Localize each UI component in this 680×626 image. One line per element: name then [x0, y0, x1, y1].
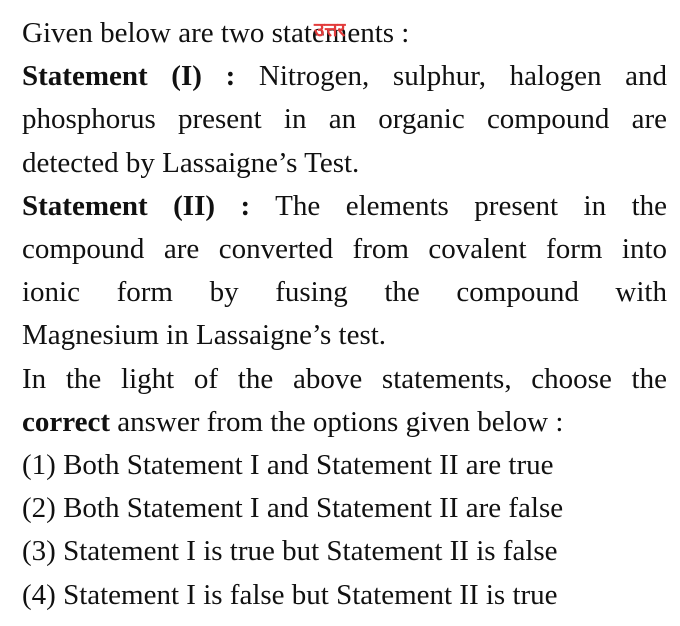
- statement-1-separator: :: [225, 60, 236, 93]
- statement-2-separator: :: [240, 189, 251, 222]
- option-4[interactable]: (4) Statement I is false but Statement I…: [22, 574, 667, 617]
- option-2-text: (2) Both Statement I and Statement II ar…: [22, 492, 564, 525]
- statement-1-text-1: Nitrogen, sulphur, halogen and: [258, 60, 668, 93]
- option-3[interactable]: (3) Statement I is true but Statement II…: [22, 530, 667, 573]
- intro-text: Given below are two statements :: [22, 17, 410, 49]
- statement-2-line-4: Magnesium in Lassaigne’s test.: [22, 314, 667, 357]
- statement-2-line-3: ionic form by fusing the compound with: [22, 271, 667, 314]
- statement-1-line-3: detected by Lassaigne’s Test.: [22, 142, 667, 185]
- statement-2-text-4: Magnesium in Lassaigne’s test.: [22, 319, 387, 352]
- question-document: Given below are two statements : उत्तर S…: [22, 12, 667, 617]
- statement-1-text-2: phosphorus present in an organic compoun…: [22, 103, 667, 136]
- statement-1-line-1: Statement (I) : Nitrogen, sulphur, halog…: [22, 55, 667, 98]
- statement-2-label: Statement (II): [22, 189, 216, 222]
- statement-1-label: Statement (I): [22, 60, 202, 93]
- question-text-2: answer from the options given below :: [110, 405, 564, 438]
- option-2[interactable]: (2) Both Statement I and Statement II ar…: [22, 487, 667, 530]
- statement-2-text-3: ionic form by fusing the compound with: [22, 276, 667, 309]
- intro-line: Given below are two statements : उत्तर: [22, 12, 667, 55]
- option-3-text: (3) Statement I is true but Statement II…: [22, 535, 558, 568]
- watermark-stamp: उत्तर: [314, 19, 346, 41]
- option-4-text: (4) Statement I is false but Statement I…: [22, 578, 558, 611]
- option-1[interactable]: (1) Both Statement I and Statement II ar…: [22, 444, 667, 487]
- statement-2-line-1: Statement (II) : The elements present in…: [22, 185, 667, 228]
- question-text-1: In the light of the above statements, ch…: [22, 362, 667, 395]
- statement-1-text-3: detected by Lassaigne’s Test.: [22, 146, 360, 179]
- option-1-text: (1) Both Statement I and Statement II ar…: [22, 449, 554, 482]
- statement-2-text-2: compound are converted from covalent for…: [22, 233, 667, 266]
- statement-1-line-2: phosphorus present in an organic compoun…: [22, 98, 667, 141]
- question-line-2: correct answer from the options given be…: [22, 401, 667, 444]
- question-bold-word: correct: [22, 405, 110, 438]
- statement-2-line-2: compound are converted from covalent for…: [22, 228, 667, 271]
- statement-2-text-1: The elements present in the: [275, 189, 668, 222]
- question-line-1: In the light of the above statements, ch…: [22, 358, 667, 401]
